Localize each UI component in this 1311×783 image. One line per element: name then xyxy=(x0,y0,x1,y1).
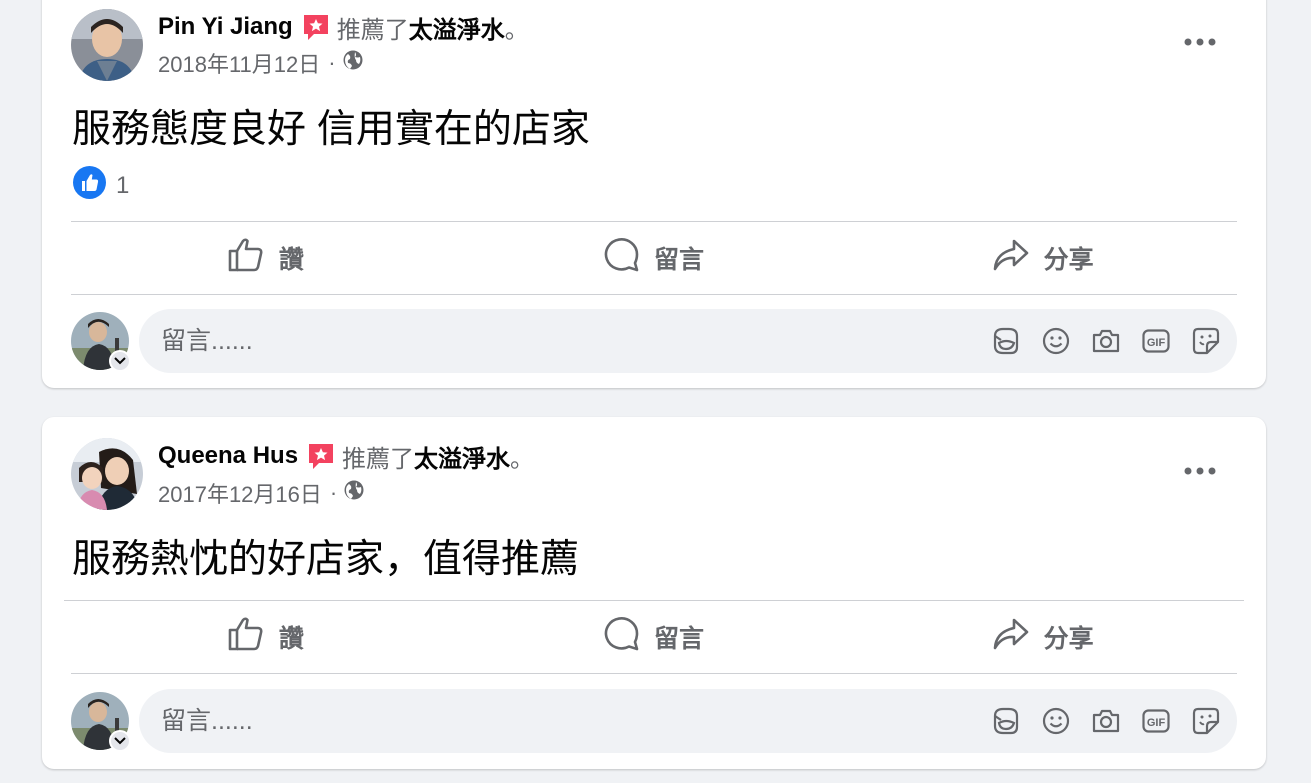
more-options-button[interactable] xyxy=(1180,451,1220,491)
share-button[interactable]: 分享 xyxy=(848,222,1237,294)
like-reaction-icon xyxy=(73,166,106,206)
separator: · xyxy=(329,480,338,505)
comment-bubble-icon xyxy=(604,237,640,280)
comment-input[interactable] xyxy=(139,705,991,737)
review-post: Queena Hus 推薦了 太溢淨水 。 2017年12月16日 · 服務熱忱… xyxy=(42,417,1266,769)
sticker-icon[interactable] xyxy=(1191,706,1221,736)
thumbs-up-icon xyxy=(227,237,265,280)
camera-icon[interactable] xyxy=(1091,706,1121,736)
post-header-line: Pin Yi Jiang 推薦了 太溢淨水 。 xyxy=(158,10,529,44)
post-meta: 2018年11月12日 · xyxy=(158,48,364,78)
page-link[interactable]: 太溢淨水 xyxy=(409,10,505,45)
period: 。 xyxy=(510,445,535,473)
composer-toolbar: GIF xyxy=(991,326,1237,356)
sticker-icon[interactable] xyxy=(1191,326,1221,356)
avatar-sticker-icon[interactable] xyxy=(991,326,1021,356)
like-button[interactable]: 讚 xyxy=(71,601,460,673)
recommend-text: 推薦了 xyxy=(336,16,409,44)
avatar-sticker-icon[interactable] xyxy=(991,706,1021,736)
comment-bubble-icon xyxy=(604,616,640,659)
more-dots-icon xyxy=(1184,38,1216,46)
thumbs-up-icon xyxy=(227,616,265,659)
reaction-summary[interactable]: 1 xyxy=(73,166,129,206)
post-date[interactable]: 2017年12月16日 xyxy=(158,477,322,509)
post-body: 服務熱忱的好店家，值得推薦 xyxy=(72,538,580,581)
action-bar: 讚 留言 分享 xyxy=(71,601,1237,673)
comment-button[interactable]: 留言 xyxy=(460,222,849,294)
composer-profile-button[interactable] xyxy=(71,692,131,752)
share-label: 分享 xyxy=(1043,246,1094,274)
author-name[interactable]: Pin Yi Jiang xyxy=(158,13,293,41)
post-date[interactable]: 2018年11月12日 xyxy=(158,47,320,79)
comment-input[interactable] xyxy=(139,325,991,357)
action-bar: 讚 留言 分享 xyxy=(71,222,1237,294)
recommend-icon xyxy=(301,12,331,42)
chevron-down-icon xyxy=(109,730,131,752)
share-button[interactable]: 分享 xyxy=(848,601,1237,673)
like-label: 讚 xyxy=(278,625,304,653)
emoji-icon[interactable] xyxy=(1041,326,1071,356)
comment-button[interactable]: 留言 xyxy=(460,601,849,673)
reaction-count: 1 xyxy=(116,172,130,199)
post-header-line: Queena Hus 推薦了 太溢淨水 。 xyxy=(158,439,534,473)
more-dots-icon xyxy=(1184,467,1216,475)
more-options-button[interactable] xyxy=(1180,22,1220,62)
chevron-down-icon xyxy=(109,350,131,372)
svg-text:GIF: GIF xyxy=(1147,337,1166,349)
recommend-icon xyxy=(306,441,336,471)
period: 。 xyxy=(504,16,529,44)
like-label: 讚 xyxy=(278,246,304,274)
svg-text:GIF: GIF xyxy=(1147,717,1166,729)
share-arrow-icon xyxy=(992,238,1030,279)
author-name[interactable]: Queena Hus xyxy=(158,442,298,470)
page-link[interactable]: 太溢淨水 xyxy=(414,439,510,474)
composer-toolbar: GIF xyxy=(991,706,1237,736)
comment-label: 留言 xyxy=(654,246,705,274)
author-avatar[interactable] xyxy=(71,9,143,81)
comment-composer: GIF xyxy=(139,689,1237,753)
review-post: Pin Yi Jiang 推薦了 太溢淨水 。 2018年11月12日 · 服務… xyxy=(42,0,1266,388)
gif-icon[interactable]: GIF xyxy=(1141,706,1171,736)
composer-profile-button[interactable] xyxy=(71,312,131,372)
share-arrow-icon xyxy=(992,617,1030,658)
divider xyxy=(71,294,1237,295)
separator: · xyxy=(328,50,336,75)
author-avatar[interactable] xyxy=(71,438,143,510)
divider xyxy=(71,673,1237,674)
comment-composer: GIF xyxy=(139,309,1237,373)
gif-icon[interactable]: GIF xyxy=(1141,326,1171,356)
post-body: 服務態度良好 信用實在的店家 xyxy=(72,108,590,151)
globe-icon xyxy=(343,479,365,507)
like-button[interactable]: 讚 xyxy=(71,222,460,294)
recommend-text: 推薦了 xyxy=(342,445,415,473)
globe-icon xyxy=(342,49,364,77)
camera-icon[interactable] xyxy=(1091,326,1121,356)
comment-label: 留言 xyxy=(654,625,705,653)
share-label: 分享 xyxy=(1043,625,1094,653)
emoji-icon[interactable] xyxy=(1041,706,1071,736)
post-meta: 2017年12月16日 · xyxy=(158,478,365,508)
